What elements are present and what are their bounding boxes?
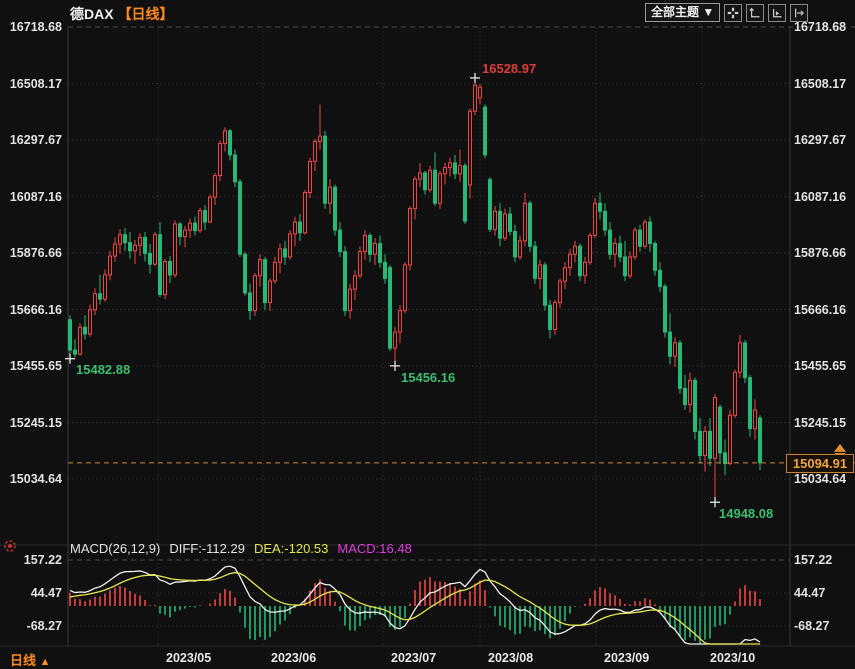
y-axis-label: 44.47 [30,586,62,600]
chevron-down-icon: ▼ [702,5,715,19]
last-price-tag: 15094.91 [786,453,854,473]
y-axis-label: -68.27 [794,618,830,633]
x-axis-label: 2023/07 [391,651,437,665]
y-axis-label: 15034.64 [9,472,62,486]
macd-indicator-name[interactable]: MACD(26,12,9) [70,541,160,556]
macd-bar-value: MACD:16.48 [337,541,412,556]
candles-layer [68,77,762,503]
period-selector[interactable]: 日线 ▲ [10,650,51,669]
macd-legend: MACD(26,12,9) DIFF:-112.29 DEA:-120.53 MACD… [70,541,421,556]
y-axis-label: 15245.15 [9,415,62,430]
price-annotation: 14948.08 [719,506,774,522]
triangle-up-icon: ▲ [39,656,51,668]
y-axis-label: 16718.68 [9,20,62,34]
y-axis-label: 15876.66 [794,246,847,260]
x-axis-label: 2023/08 [488,651,534,665]
symbol-name: 德DAX [70,6,114,22]
y-axis-label: 16297.67 [9,133,62,147]
x-axis-label: 2023/10 [710,651,756,665]
y-axis-label: 15034.64 [794,472,847,486]
trading-app-window: 德DAX 【日线】 全部主题 ▼ MACD(26,12,9) DIFF:-112… [0,0,855,669]
y-axis-label: 15666.16 [9,302,62,317]
axis-play-icon[interactable] [768,3,787,22]
price-pin-icon [834,443,846,452]
theme-dropdown[interactable]: 全部主题 ▼ [645,3,721,22]
y-axis-label: -68.27 [26,618,62,633]
y-axis-label: 16297.67 [794,133,847,147]
y-axis-label: 44.47 [794,586,826,600]
x-axis-label: 2023/09 [604,651,650,665]
price-annotation: 15456.16 [401,369,456,385]
y-axis-label: 15455.65 [9,359,62,373]
y-axis-label: 16508.17 [9,76,62,91]
move-icon[interactable] [724,3,743,22]
candlestick-chart-canvas[interactable] [0,0,855,669]
axis-zoom-up-icon[interactable] [746,3,765,22]
price-annotation: 15482.88 [76,361,131,377]
period-badge: 【日线】 [117,6,174,22]
x-axis-label: 2023/05 [166,651,212,665]
y-axis-label: 16087.16 [9,189,62,204]
y-axis-label: 15455.65 [794,359,847,373]
macd-dea-value: DEA:-120.53 [253,541,329,556]
x-axis-label: 2023/06 [271,651,317,665]
chart-title: 德DAX 【日线】 [70,4,174,24]
y-axis-label: 15876.66 [9,246,62,260]
toolbar: 全部主题 ▼ [645,3,809,22]
indicator-target-icon[interactable] [3,539,17,558]
y-axis-label: 16087.16 [794,189,847,204]
y-axis-label: 157.22 [794,553,833,567]
pan-right-icon[interactable] [790,3,809,22]
y-axis-label: 16508.17 [794,76,847,91]
y-axis-label: 15666.16 [794,302,847,317]
price-annotation: 16528.97 [482,60,537,76]
y-axis-label: 15245.15 [794,415,847,430]
macd-diff-value: DIFF:-112.29 [169,541,245,556]
